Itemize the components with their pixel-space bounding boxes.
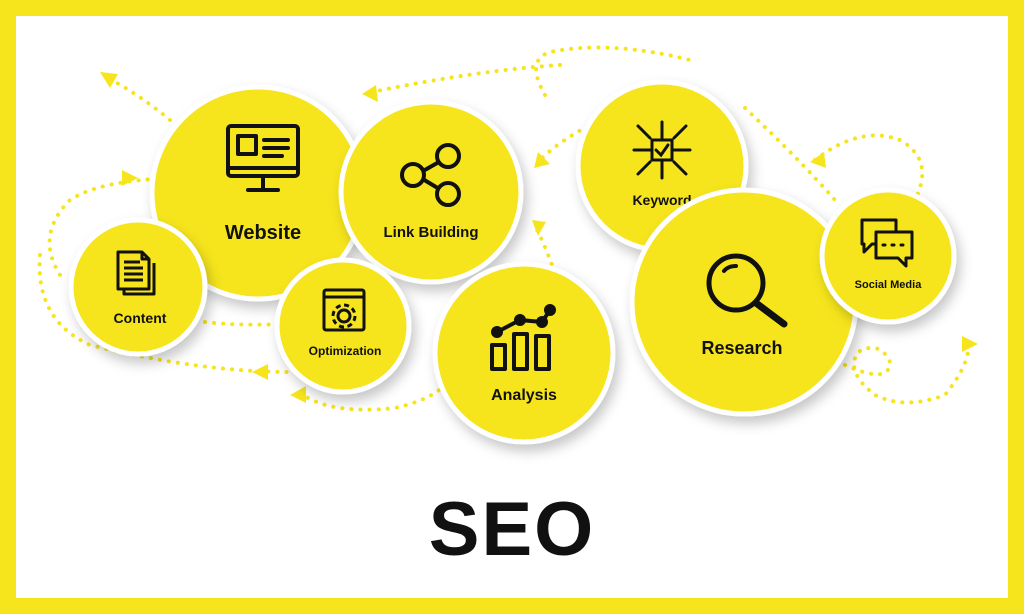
- node-link-building: Link Building: [338, 99, 524, 285]
- connector-path: [370, 63, 562, 94]
- node-analysis: Analysis: [432, 261, 616, 445]
- node-label-research: Research: [701, 338, 782, 358]
- arrowhead: [362, 85, 378, 102]
- connector-path: [106, 76, 172, 122]
- node-label-link-building: Link Building: [384, 224, 479, 241]
- node-research: Research: [629, 187, 859, 417]
- seo-infographic: Website Link Building Content Optimizati…: [0, 0, 1024, 614]
- connector-path: [203, 320, 282, 327]
- arrowhead: [532, 220, 546, 236]
- node-social-media: Social Media: [819, 187, 957, 325]
- page-title: SEO: [428, 487, 596, 572]
- connector-path: [843, 345, 970, 405]
- arrowhead: [122, 170, 138, 186]
- node-label-analysis: Analysis: [491, 387, 557, 404]
- arrowhead: [252, 364, 268, 380]
- arrowhead: [962, 336, 978, 352]
- document-icon: [116, 250, 156, 296]
- arrowhead: [290, 386, 306, 403]
- arrowhead: [100, 72, 118, 88]
- node-label-optimization: Optimization: [309, 344, 382, 358]
- node-label-content: Content: [114, 310, 167, 326]
- arrowhead: [534, 152, 550, 168]
- arrowhead: [810, 152, 826, 168]
- node-label-social-media: Social Media: [855, 279, 923, 291]
- node-optimization: Optimization: [274, 257, 412, 395]
- node-content: Content: [68, 217, 208, 357]
- node-label-website: Website: [225, 222, 301, 244]
